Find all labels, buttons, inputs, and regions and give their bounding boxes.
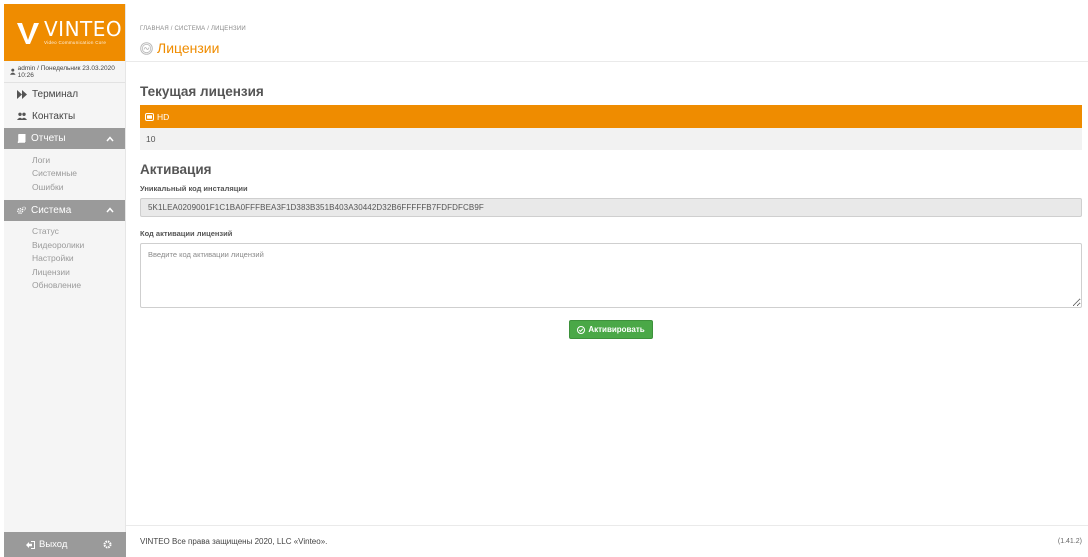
current-license-heading: Текущая лицензия bbox=[140, 84, 264, 99]
activation-heading: Активация bbox=[140, 162, 212, 177]
section-label: Система bbox=[31, 204, 72, 216]
logo-subtitle: Video Communication Core bbox=[44, 40, 107, 46]
gear-icon[interactable] bbox=[103, 540, 112, 549]
sidebar-item-label: Контакты bbox=[32, 110, 76, 122]
activate-button[interactable]: Активировать bbox=[569, 320, 653, 339]
activate-button-label: Активировать bbox=[588, 325, 645, 334]
install-code-label: Уникальный код инсталяции bbox=[140, 184, 248, 193]
gears-icon bbox=[17, 206, 26, 214]
app-version: (1.41.2) bbox=[1057, 538, 1082, 545]
reports-subnav: Логи Системные Ошибки bbox=[4, 149, 125, 199]
breadcrumb[interactable]: ГЛАВНАЯ / СИСТЕМА / ЛИЦЕНЗИИ bbox=[140, 26, 246, 32]
page-header: ГЛАВНАЯ / СИСТЕМА / ЛИЦЕНЗИИ Лицензии bbox=[126, 0, 1088, 62]
chevron-up-icon bbox=[106, 135, 114, 141]
subnav-item-system[interactable]: Системные bbox=[4, 167, 125, 181]
sidebar-footer: Выход bbox=[4, 532, 126, 557]
sidebar: VINTEO Video Communication Core admin / … bbox=[4, 4, 126, 557]
brand-logo[interactable]: VINTEO Video Communication Core bbox=[4, 4, 125, 61]
subnav-item-status[interactable]: Статус bbox=[4, 225, 125, 239]
hd-icon bbox=[145, 112, 154, 121]
copyright: VINTEO Все права защищены 2020, LLC «Vin… bbox=[140, 537, 328, 546]
install-code-field[interactable]: 5K1LEA0209001F1C1BA0FFFBEA3F1D383B351B40… bbox=[140, 198, 1082, 217]
subnav-item-licenses[interactable]: Лицензии bbox=[4, 265, 125, 279]
users-icon bbox=[17, 112, 27, 120]
subnav-item-update[interactable]: Обновление bbox=[4, 279, 125, 293]
subnav-item-errors[interactable]: Ошибки bbox=[4, 180, 125, 194]
vinteo-logo-icon bbox=[17, 22, 39, 44]
page-footer: VINTEO Все права защищены 2020, LLC «Vin… bbox=[126, 525, 1088, 557]
license-value: 10 bbox=[146, 134, 156, 144]
license-type: HD bbox=[157, 111, 170, 122]
logo-word: VINTEO bbox=[44, 17, 123, 42]
license-value-row: 10 bbox=[140, 128, 1082, 150]
user-line: admin / Понедельник 23.03.2020 10:26 bbox=[4, 61, 125, 83]
sidebar-item-terminal[interactable]: Терминал bbox=[4, 83, 125, 105]
install-code-value: 5K1LEA0209001F1C1BA0FFFBEA3F1D383B351B40… bbox=[148, 203, 484, 212]
page-title-text: Лицензии bbox=[157, 40, 220, 56]
check-circle-icon bbox=[577, 325, 586, 334]
activation-key-label: Код активации лицензий bbox=[140, 229, 233, 238]
user-icon bbox=[10, 68, 16, 75]
button-row: Активировать bbox=[140, 320, 1082, 339]
license-icon bbox=[140, 41, 153, 55]
user-info: admin / Понедельник 23.03.2020 10:26 bbox=[17, 64, 115, 79]
content: Текущая лицензия HD 10 Активация Уникаль… bbox=[140, 84, 1082, 339]
page-title: Лицензии bbox=[140, 40, 219, 56]
subnav-item-videos[interactable]: Видеоролики bbox=[4, 238, 125, 252]
activation-key-input[interactable] bbox=[140, 243, 1082, 308]
sidebar-section-system[interactable]: Система bbox=[4, 199, 125, 221]
sidebar-section-reports[interactable]: Отчеты bbox=[4, 128, 125, 149]
logout-icon bbox=[26, 540, 35, 549]
subnav-item-logs[interactable]: Логи bbox=[4, 153, 125, 167]
forward-icon bbox=[17, 89, 27, 99]
logout-button[interactable]: Выход bbox=[39, 539, 67, 550]
sidebar-item-label: Терминал bbox=[32, 88, 79, 100]
subnav-item-settings[interactable]: Настройки bbox=[4, 252, 125, 266]
section-label: Отчеты bbox=[31, 133, 66, 144]
chevron-up-icon bbox=[106, 207, 114, 213]
book-icon bbox=[17, 134, 26, 143]
sidebar-item-contacts[interactable]: Контакты bbox=[4, 105, 125, 127]
system-subnav: Статус Видеоролики Настройки Лицензии Об… bbox=[4, 221, 125, 298]
main-area: ГЛАВНАЯ / СИСТЕМА / ЛИЦЕНЗИИ Лицензии Те… bbox=[126, 0, 1088, 557]
license-type-bar: HD bbox=[140, 105, 1082, 128]
